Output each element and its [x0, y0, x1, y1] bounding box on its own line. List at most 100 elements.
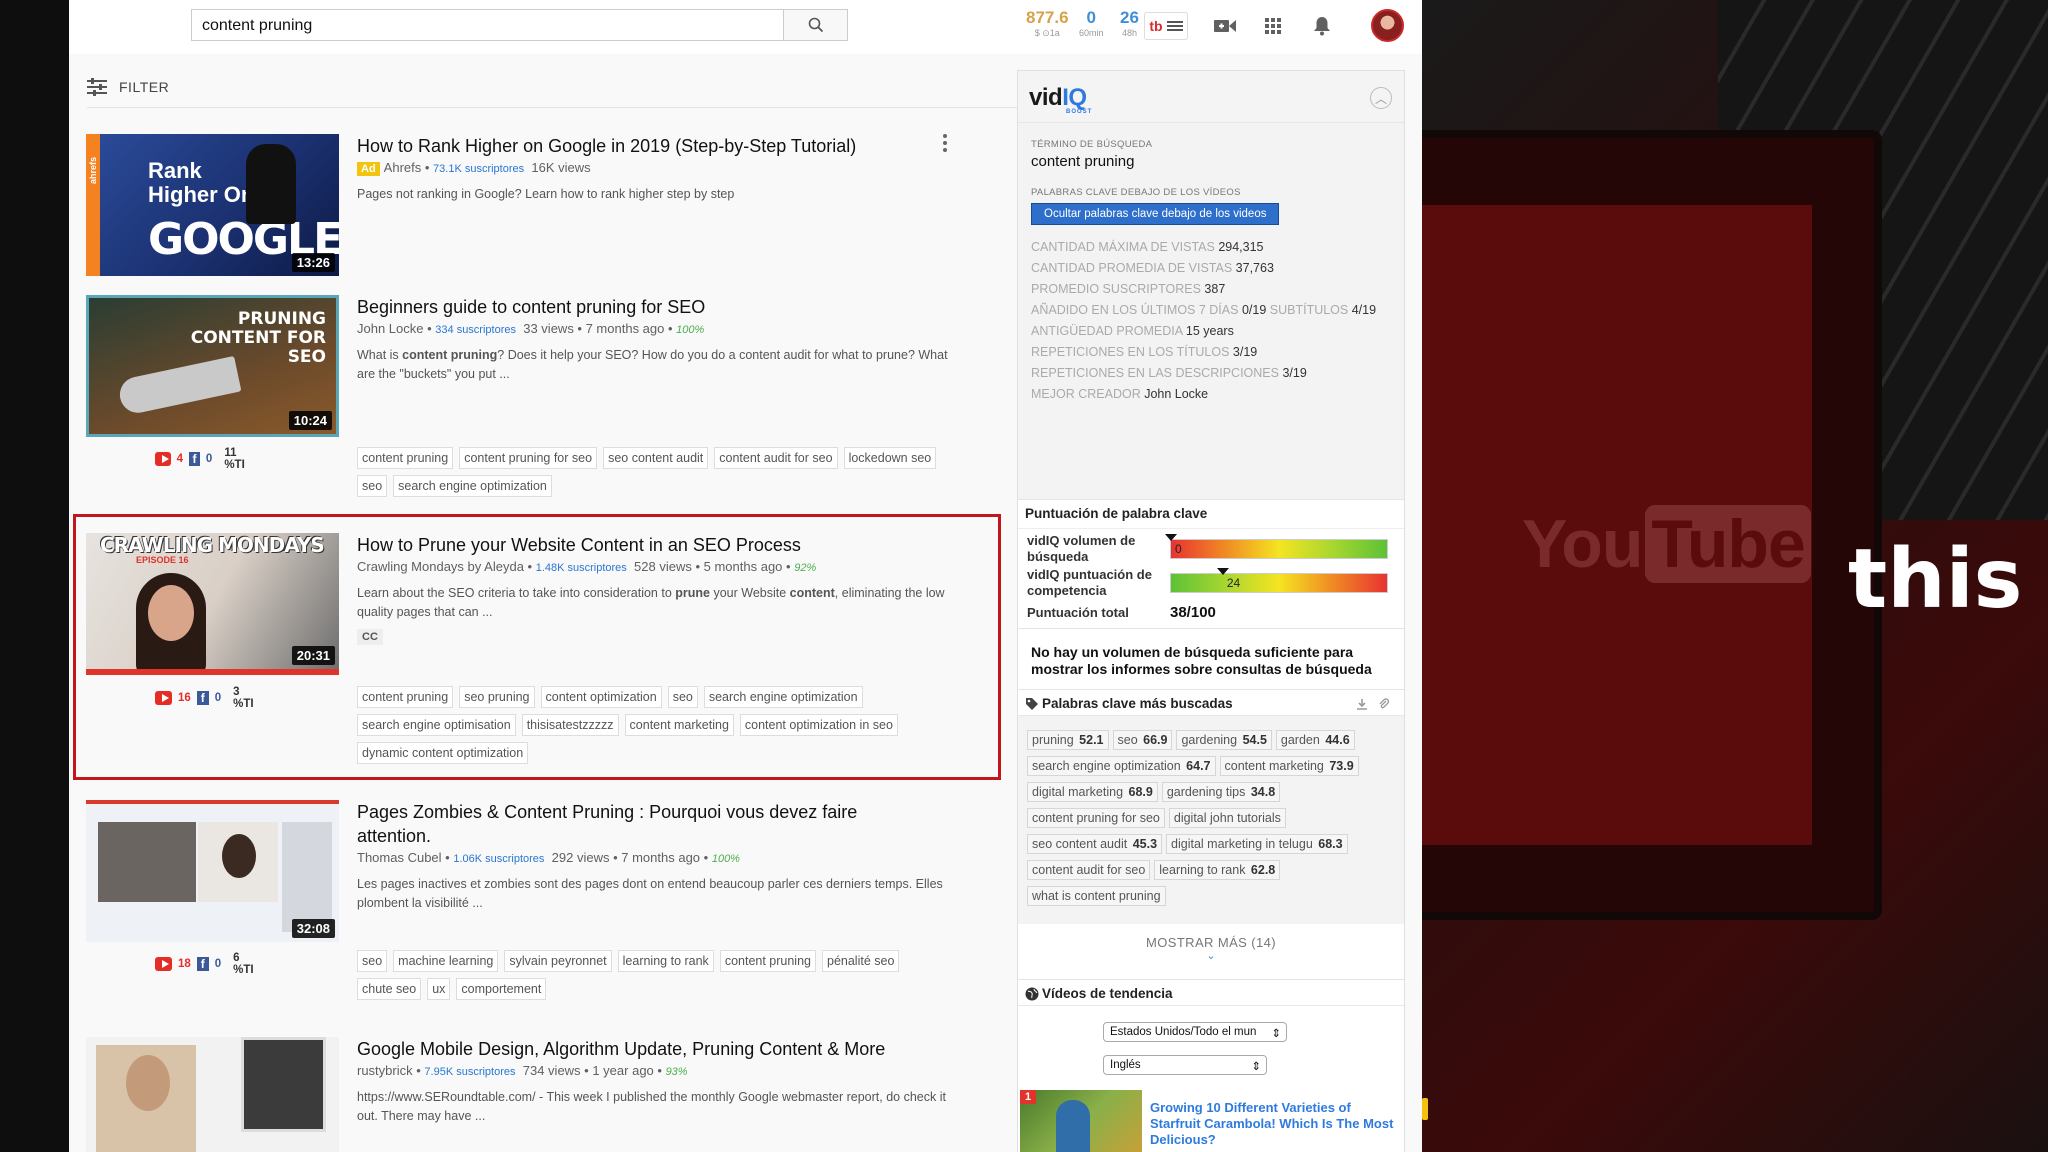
video-thumbnail[interactable]: ahrefs Rank Higher On GOOGLE 13:26: [86, 134, 339, 276]
like-percent: 100%: [711, 853, 740, 865]
thumb-text: Rank: [148, 158, 202, 183]
keyword-chip[interactable]: content marketing 73.9: [1219, 756, 1359, 776]
video-tags: seo machine learning sylvain peyronnet lear…: [357, 950, 957, 1000]
hide-keywords-button[interactable]: Ocultar palabras clave debajo de los vid…: [1031, 203, 1280, 225]
video-tag[interactable]: content pruning for seo: [459, 447, 598, 469]
trending-video-title[interactable]: Growing 10 Different Varieties of Starfr…: [1150, 1100, 1398, 1148]
keyword-chip[interactable]: digital marketing 68.9: [1027, 782, 1158, 802]
stat-earnings: 877.6 $ ⊙1a: [1026, 8, 1069, 38]
channel-name[interactable]: Ahrefs: [384, 160, 422, 175]
video-tag[interactable]: pénalité seo: [822, 950, 900, 972]
channel-name[interactable]: rustybrick: [357, 1063, 413, 1078]
top-keywords-section: Palabras clave más buscadas pruning 52.1…: [1018, 689, 1404, 924]
search-stat-row: MEJOR CREADOR John Locke: [1031, 387, 1209, 401]
paperclip-icon[interactable]: [1378, 698, 1390, 710]
video-tag[interactable]: chute seo: [357, 978, 422, 1000]
thumb-person: [1056, 1100, 1090, 1152]
keyword-chip[interactable]: content audit for seo: [1027, 860, 1151, 880]
notifications-button[interactable]: [1308, 12, 1336, 40]
keyword-chip[interactable]: pruning 52.1: [1027, 730, 1109, 750]
chevron-up-icon: ︿: [1374, 91, 1387, 106]
keyword-chip[interactable]: digital marketing in telugu 68.3: [1166, 834, 1348, 854]
filter-button[interactable]: FILTER: [87, 78, 169, 96]
keyword-chip[interactable]: what is content pruning: [1027, 886, 1166, 906]
video-tag[interactable]: machine learning: [393, 950, 499, 972]
competition-label: vidIQ puntuación de competencia: [1027, 567, 1152, 598]
search-volume-notice: No hay un volumen de búsqueda suficiente…: [1031, 644, 1372, 677]
search-stat-row: ANTIGÜEDAD PROMEDIA 15 years: [1031, 324, 1234, 338]
video-tag[interactable]: seo: [357, 950, 388, 972]
video-camera-icon: [1214, 20, 1236, 32]
bell-icon: [1314, 17, 1330, 36]
keyword-chip[interactable]: gardening 54.5: [1176, 730, 1272, 750]
keyword-score-section: Puntuación de palabra clave vidIQ volume…: [1018, 499, 1404, 629]
keyword-chip[interactable]: content pruning for seo: [1027, 808, 1165, 828]
video-tag[interactable]: ux: [427, 978, 451, 1000]
menu-icon: [1166, 21, 1183, 31]
thumb-sidebar: [282, 822, 332, 932]
search-button[interactable]: [783, 9, 848, 41]
channel-name[interactable]: Thomas Cubel: [357, 850, 442, 865]
keyword-chip[interactable]: digital john tutorials: [1168, 808, 1286, 828]
video-title[interactable]: Google Mobile Design, Algorithm Update, …: [357, 1037, 917, 1061]
thumb-side-text: ahrefs: [88, 156, 98, 184]
keyword-chip[interactable]: gardening tips 34.8: [1161, 782, 1281, 802]
keyword-chip[interactable]: learning to rank 62.8: [1154, 860, 1281, 880]
download-icon[interactable]: [1356, 698, 1368, 710]
video-tag[interactable]: search engine optimization: [393, 475, 552, 497]
video-tag[interactable]: learning to rank: [617, 950, 714, 972]
video-tag[interactable]: lockedown seo: [843, 447, 937, 469]
avatar[interactable]: [1371, 9, 1404, 42]
show-more-label[interactable]: MOSTRAR MÁS (14): [1018, 935, 1404, 950]
video-tag[interactable]: comportement: [456, 978, 547, 1000]
search-input[interactable]: content pruning: [191, 9, 784, 41]
apps-button[interactable]: [1259, 12, 1287, 40]
trending-thumbnail[interactable]: 1: [1020, 1090, 1142, 1152]
video-title[interactable]: Pages Zombies & Content Pruning : Pourqu…: [357, 800, 917, 848]
search-volume-bar: 0: [1165, 534, 1388, 559]
globe-icon: [1025, 987, 1039, 1001]
keyword-chip[interactable]: garden 44.6: [1275, 730, 1355, 750]
extension-button[interactable]: tb: [1144, 12, 1188, 40]
channel-name[interactable]: John Locke: [357, 321, 424, 336]
top-bar: content pruning 877.6 $ ⊙1a 0 60min 26 48h …: [69, 0, 1422, 54]
video-title[interactable]: Beginners guide to content pruning for S…: [357, 295, 917, 319]
thumb-person: [246, 144, 296, 224]
ad-badge: Ad: [357, 162, 380, 176]
social-stats: 4 f 0 11 %TI: [155, 447, 252, 471]
chevron-down-icon[interactable]: ⌄: [1018, 950, 1404, 962]
video-thumbnail[interactable]: 32:08: [86, 800, 339, 942]
keyword-chip[interactable]: seo content audit 45.3: [1027, 834, 1163, 854]
thumb-webcam-right: [198, 822, 278, 902]
video-tag[interactable]: seo: [357, 475, 388, 497]
video-tag[interactable]: content audit for seo: [714, 447, 838, 469]
search-stat-row: CANTIDAD PROMEDIA DE VISTAS 37,763: [1031, 261, 1274, 275]
search-stats: CANTIDAD MÁXIMA DE VISTAS 294,315 CANTIDA…: [1031, 240, 1391, 401]
country-select[interactable]: Estados Unidos/Todo el mun ⇕: [1103, 1022, 1287, 1042]
video-tags: content pruning content pruning for seo se…: [357, 447, 957, 497]
video-tag[interactable]: content pruning: [719, 950, 816, 972]
keyword-chip[interactable]: seo 66.9: [1112, 730, 1173, 750]
video-tag[interactable]: seo content audit: [603, 447, 709, 469]
more-options-icon[interactable]: [943, 134, 947, 155]
keyword-chip[interactable]: search engine optimization 64.7: [1027, 756, 1216, 776]
search-term-value: content pruning: [1031, 153, 1135, 170]
search-stat-row: CANTIDAD MÁXIMA DE VISTAS 294,315: [1031, 240, 1264, 254]
video-description: What is content pruning? Does it help yo…: [357, 348, 948, 381]
subscriber-count: 1.06K suscriptores: [453, 853, 545, 865]
select-arrows-icon: ⇕: [1251, 1061, 1261, 1073]
collapse-button[interactable]: ︿: [1370, 87, 1392, 109]
language-select[interactable]: Inglés ⇕: [1103, 1055, 1267, 1075]
subscriber-count: 7.95K suscriptores: [424, 1066, 516, 1078]
video-tag[interactable]: content pruning: [357, 447, 454, 469]
upload-video-button[interactable]: [1211, 12, 1239, 40]
subscriber-count: 73.1K suscriptores: [433, 163, 525, 175]
video-title[interactable]: How to Rank Higher on Google in 2019 (St…: [357, 134, 917, 158]
social-stats: 18 f 0 6 %TI: [155, 952, 259, 976]
video-thumbnail[interactable]: PRUNING CONTENT FOR SEO 10:24: [86, 295, 339, 437]
show-more[interactable]: MOSTRAR MÁS (14) ⌄: [1018, 924, 1404, 979]
video-thumbnail[interactable]: [86, 1037, 339, 1152]
video-duration: 10:24: [288, 411, 332, 430]
video-tag[interactable]: sylvain peyronnet: [504, 950, 612, 972]
competition-value: 24: [1226, 576, 1241, 590]
